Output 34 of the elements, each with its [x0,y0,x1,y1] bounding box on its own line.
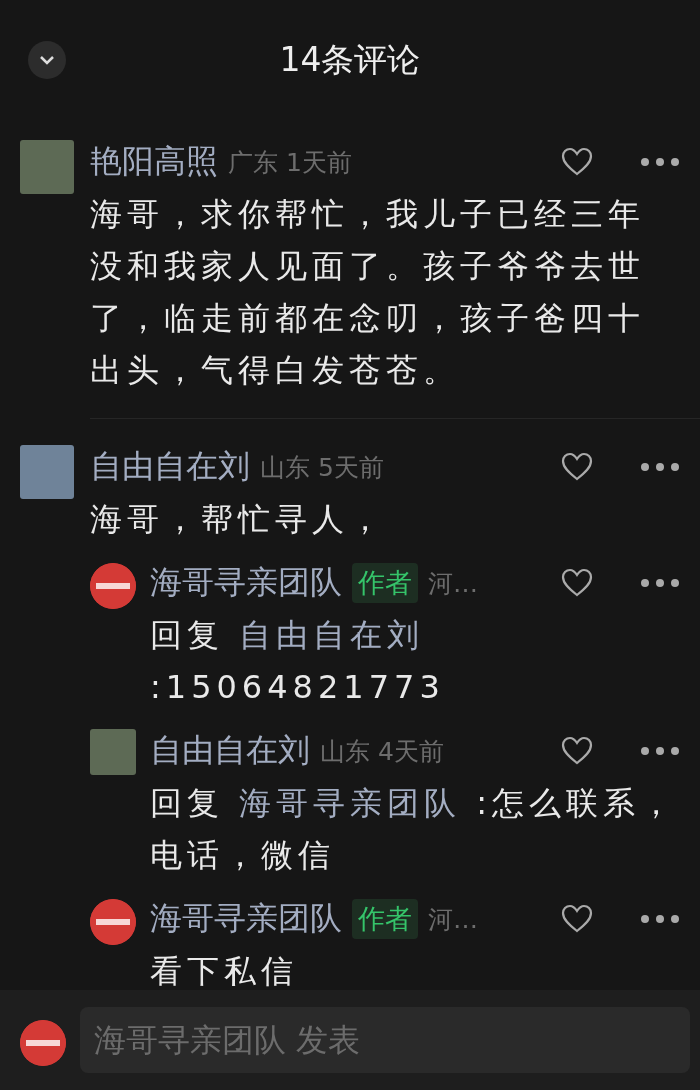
comment-text: 海哥，求你帮忙，我儿子已经三年没和我家人见面了。孩子爷爷去世了，临走前都在念叨，孩子爸四十出头，气得白发苍苍。 [90,194,646,391]
comments-title: 14条评论 [279,38,421,81]
heart-icon[interactable] [560,904,594,934]
user-name[interactable]: 海哥寻亲团队 [150,897,342,941]
chevron-down-icon [39,55,55,65]
comment-meta: 山东 5天前 [260,451,385,484]
heart-icon[interactable] [560,147,594,177]
comment-meta: 山东 4天前 [320,735,445,768]
comment-text: 看下私信 [150,951,299,990]
author-badge: 作者 [352,899,418,939]
logo-avatar[interactable] [20,1020,66,1066]
comment-text: 回复 自由自在刘 :15064821773 [150,615,446,708]
user-name[interactable]: 自由自在刘 [150,729,310,773]
heart-icon[interactable] [560,736,594,766]
comment-meta: 广东 1天前 [228,146,353,179]
comment-meta: 河… [428,567,479,600]
logo-avatar[interactable] [90,899,136,945]
more-icon[interactable] [640,746,680,756]
comment-meta: 河… [428,903,479,936]
more-icon[interactable] [640,578,680,588]
more-icon[interactable] [640,462,680,472]
logo-avatar[interactable] [90,563,136,609]
more-icon[interactable] [640,157,680,167]
comment-text: 海哥，帮忙寻人， [90,499,387,540]
user-name[interactable]: 艳阳高照 [90,140,218,184]
collapse-button[interactable] [28,41,66,79]
user-name[interactable]: 海哥寻亲团队 [150,561,342,605]
user-name[interactable]: 自由自在刘 [90,445,250,489]
comment-input-field[interactable]: 海哥寻亲团队 发表 [80,1007,690,1073]
more-icon[interactable] [640,914,680,924]
author-badge: 作者 [352,563,418,603]
heart-icon[interactable] [560,452,594,482]
comment-text: 回复 海哥寻亲团队 :怎么联系，电话，微信 [150,783,679,876]
heart-icon[interactable] [560,568,594,598]
